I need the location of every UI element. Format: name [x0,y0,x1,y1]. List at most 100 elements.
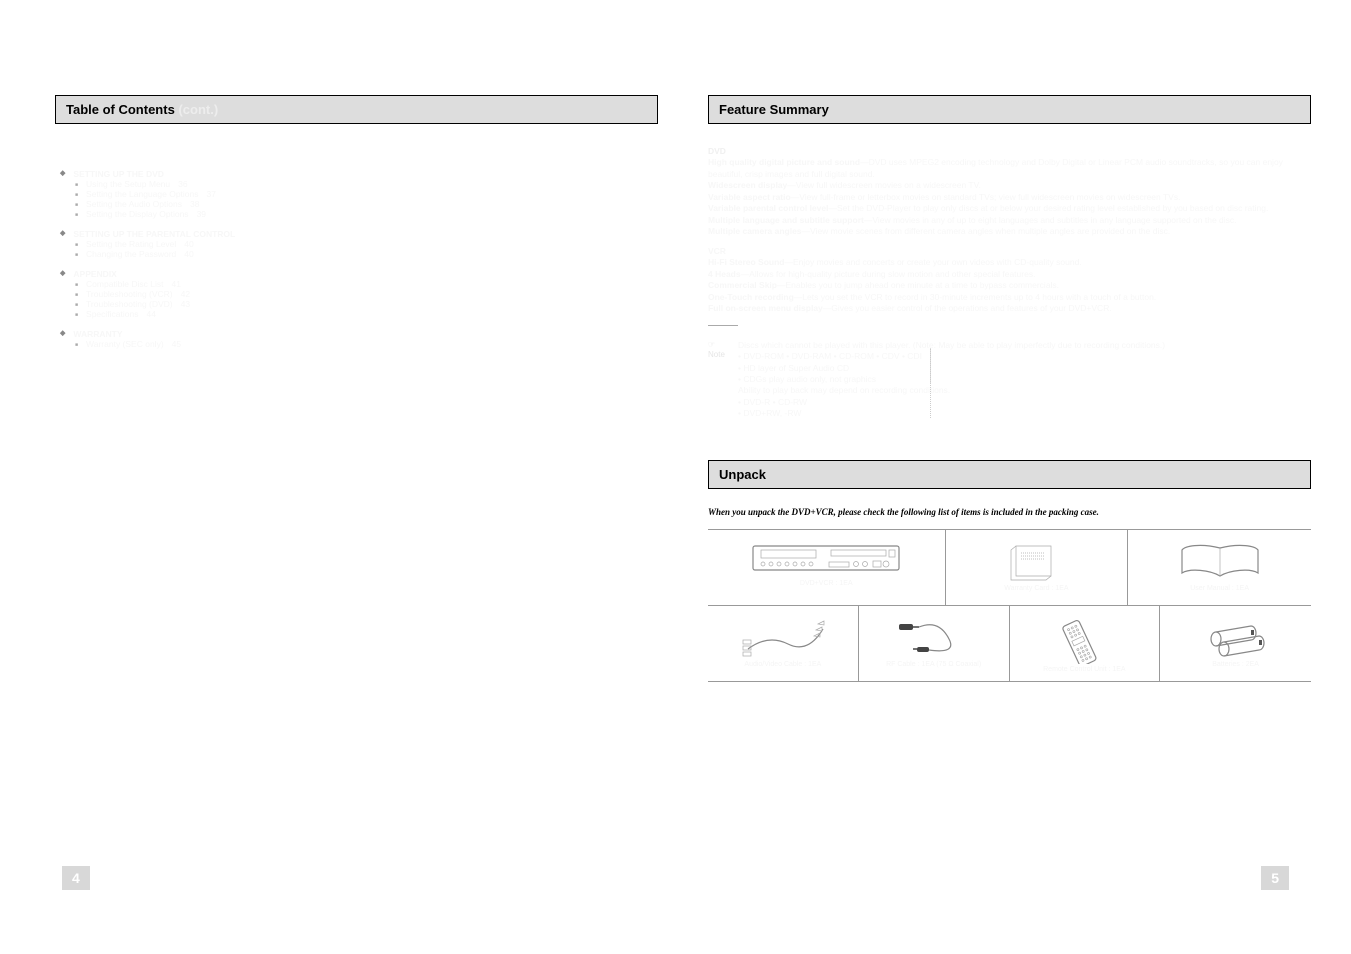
toc-group-title: SETTING UP THE PARENTAL CONTROL [73,229,235,239]
diamond-icon: ◆ [60,229,65,239]
square-icon: ■ [75,299,78,309]
feature-line: Variable parental control level—Set the … [708,203,1311,214]
feature-line: Widescreen display—View full widescreen … [708,180,1311,191]
feature-line: Multiple language and subtitle support—V… [708,215,1311,226]
unpack-grid-row2: Audio/Video Cable : 1EA RF Cable : 1EA (… [708,606,1311,682]
toc-group-title: WARRANTY [73,329,122,339]
toc-group-title: SETTING UP THE DVD [73,169,164,179]
toc-group: ◆ SETTING UP THE DVD ■ Using the Setup Men… [55,169,658,219]
toc-item-page: 42 [181,289,190,299]
note-line: Discs which cannot be played with this p… [738,340,1311,351]
divider [708,325,738,326]
cell-caption: User Manual : 1EA [1134,585,1305,592]
square-icon: ■ [75,189,78,199]
toc-group: ◆WARRANTY ■Warranty (SEC only)45 [55,329,658,349]
manual-icon [1170,538,1270,583]
note-line: • DVD-ROM • DVD-RAM • CD-ROM • CDV • CDI [738,351,1311,362]
unpack-intro: When you unpack the DVD+VCR, please chec… [708,507,1311,517]
toc-item-label: Warranty (SEC only) [86,339,164,349]
square-icon: ■ [75,209,78,219]
feature-line: Variable aspect ratio—View full-frame or… [708,192,1311,203]
feature-line: High quality digital picture and sound—D… [708,157,1311,180]
feature-line: Commercial Skip—Enables you to jump ahea… [708,280,1311,291]
warranty-card-icon [996,538,1076,583]
note-list: Discs which cannot be played with this p… [738,340,1311,420]
batteries-icon [1191,614,1281,659]
toc-item-label: Changing the Password [86,249,176,259]
square-icon: ■ [75,249,78,259]
unpack-cell-remote: Remote Control Unit : 1EA [1010,606,1161,681]
cell-caption: Remote Control Unit : 1EA [1016,666,1154,673]
toc-item-page: 39 [197,209,206,219]
left-column: Table of Contents (cont.) ◆ SETTING UP TH… [55,95,658,682]
separator-line [930,348,931,383]
cell-caption: Batteries : 2EA [1166,661,1305,668]
note-line: • DVD-R • CD-RW [738,397,1311,408]
right-column: Feature Summary DVD High quality digital… [708,95,1311,682]
diamond-icon: ◆ [60,329,65,339]
dvdvcr-icon [751,538,901,578]
square-icon: ■ [75,289,78,299]
av-cable-icon [738,614,828,659]
diamond-icon: ◆ [60,269,65,279]
toc-item-page: 44 [146,309,155,319]
unpack-heading: Unpack [708,460,1311,489]
feature-body: DVD High quality digital picture and sou… [708,146,1311,420]
feature-line: One-Touch recording—Lets you set the VCR… [708,292,1311,303]
toc-heading-cont: (cont.) [178,102,218,117]
square-icon: ■ [75,199,78,209]
square-icon: ■ [75,239,78,249]
unpack-cell-batteries: Batteries : 2EA [1160,606,1311,681]
note-line: • DVD+RW, -RW [738,408,1311,419]
toc-item-label: Setting the Audio Options [86,199,182,209]
toc-group-title: APPENDIX [73,269,116,279]
toc-item-page: 37 [207,189,216,199]
diamond-icon: ◆ [60,169,65,179]
toc-item-label: Specifications [86,309,138,319]
toc-item-label: Setting the Language Options [86,189,198,199]
toc-item-page: 40 [184,249,193,259]
note-line: • HD layer of Super Audio CD [738,363,1311,374]
cell-caption: Audio/Video Cable : 1EA [714,661,852,668]
toc-heading-label: Table of Contents [66,102,175,117]
feature-heading-text: Feature Summary [719,102,829,117]
toc-item-page: 36 [178,179,187,189]
unpack-grid-row1: DVD+VCR : 1EA Warranty Card : 1EA [708,529,1311,606]
dvd-subhead: DVD [708,146,1311,157]
square-icon: ■ [75,279,78,289]
vcr-subhead: VCR [708,246,1311,257]
unpack-cell-avcable: Audio/Video Cable : 1EA [708,606,859,681]
unpack-cell-dvdvcr: DVD+VCR : 1EA [708,530,946,605]
rf-cable-icon [889,614,979,659]
toc-item-label: Compatible Disc List [86,279,163,289]
unpack-cell-manual: User Manual : 1EA [1128,530,1311,605]
toc-item-page: 40 [184,239,193,249]
note-block: ☞Note Discs which cannot be played with … [708,340,1311,420]
remote-icon [1049,614,1119,664]
toc-item-label: Using the Setup Menu [86,179,170,189]
toc-item-page: 41 [172,279,181,289]
feature-line: 4 Heads—Allows for high-quality picture … [708,269,1311,280]
toc-group: ◆ APPENDIX ■ Compatible Disc List 41 ■ Troub… [55,269,658,319]
toc-item-label: Setting the Rating Level [86,239,176,249]
note-line: Ability to play back may depend on recor… [738,385,1311,396]
toc-item-page: 38 [190,199,199,209]
page-number-left: 4 [62,866,90,890]
unpack-section: Unpack When you unpack the DVD+VCR, plea… [708,460,1311,682]
square-icon: ■ [75,179,78,189]
toc-item-page: 45 [172,339,181,349]
cell-caption: Warranty Card : 1EA [952,585,1122,592]
cell-caption: RF Cable : 1EA (75 Ω Coaxial) [865,661,1003,668]
note-line: • CDGs play audio only, not graphics [738,374,1311,385]
toc-item-label: Troubleshooting (VCR) [86,289,173,299]
toc-item-label: Troubleshooting (DVD) [86,299,173,309]
unpack-heading-text: Unpack [719,467,766,482]
toc-heading: Table of Contents (cont.) [55,95,658,124]
page-number-right: 5 [1261,866,1289,890]
unpack-cell-warranty: Warranty Card : 1EA [946,530,1129,605]
toc-group: ◆ SETTING UP THE PARENTAL CONTROL ■ Settin… [55,229,658,259]
hand-icon: ☞Note [708,340,730,420]
unpack-cell-rfcable: RF Cable : 1EA (75 Ω Coaxial) [859,606,1010,681]
cell-caption: DVD+VCR : 1EA [714,580,939,587]
toc-item-page: 43 [181,299,190,309]
